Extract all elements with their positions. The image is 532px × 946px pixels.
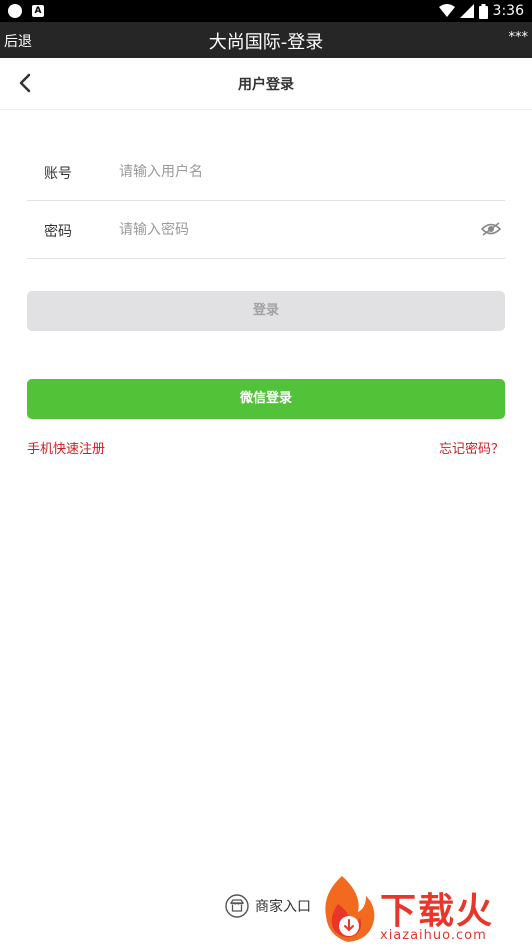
signal-icon [459, 4, 474, 18]
webview-title: 大尚国际-登录 [208, 32, 324, 53]
circle-notification-icon [8, 4, 22, 18]
xiazaihuo-watermark: 下载火 xiazaihuo.com [312, 874, 532, 946]
status-time: 3:36 [492, 3, 524, 19]
account-row: 账号 [27, 143, 505, 201]
shop-icon [225, 894, 249, 918]
wechat-login-button[interactable]: 微信登录 [27, 379, 505, 419]
page-header: 用户登录 [0, 58, 532, 110]
login-button[interactable]: 登录 [27, 291, 505, 331]
password-label: 密码 [44, 224, 72, 240]
register-link[interactable]: 手机快速注册 [27, 438, 105, 457]
a-notification-icon: A [32, 5, 44, 17]
merchant-entry[interactable]: 商家入口 [225, 894, 311, 918]
battery-icon [478, 3, 488, 19]
watermark-text: 下载火 [380, 891, 495, 932]
account-input[interactable] [119, 160, 459, 184]
merchant-entry-label: 商家入口 [255, 899, 311, 915]
password-input[interactable] [119, 218, 459, 242]
more-menu-button[interactable]: *** [509, 30, 529, 45]
page-title: 用户登录 [238, 77, 294, 93]
flame-logo-icon [325, 876, 375, 942]
webview-title-bar: 后退 大尚国际-登录 *** [0, 22, 532, 58]
password-row: 密码 [27, 201, 505, 259]
forgot-password-link[interactable]: 忘记密码？ [439, 438, 504, 457]
status-bar: A 3:36 [0, 0, 532, 22]
wifi-icon [438, 4, 455, 17]
status-bar-system: 3:36 [438, 3, 524, 19]
watermark-url: xiazaihuo.com [380, 928, 487, 943]
status-bar-notifications: A [8, 4, 44, 18]
account-label: 账号 [44, 166, 72, 182]
eye-icon[interactable] [481, 221, 501, 237]
